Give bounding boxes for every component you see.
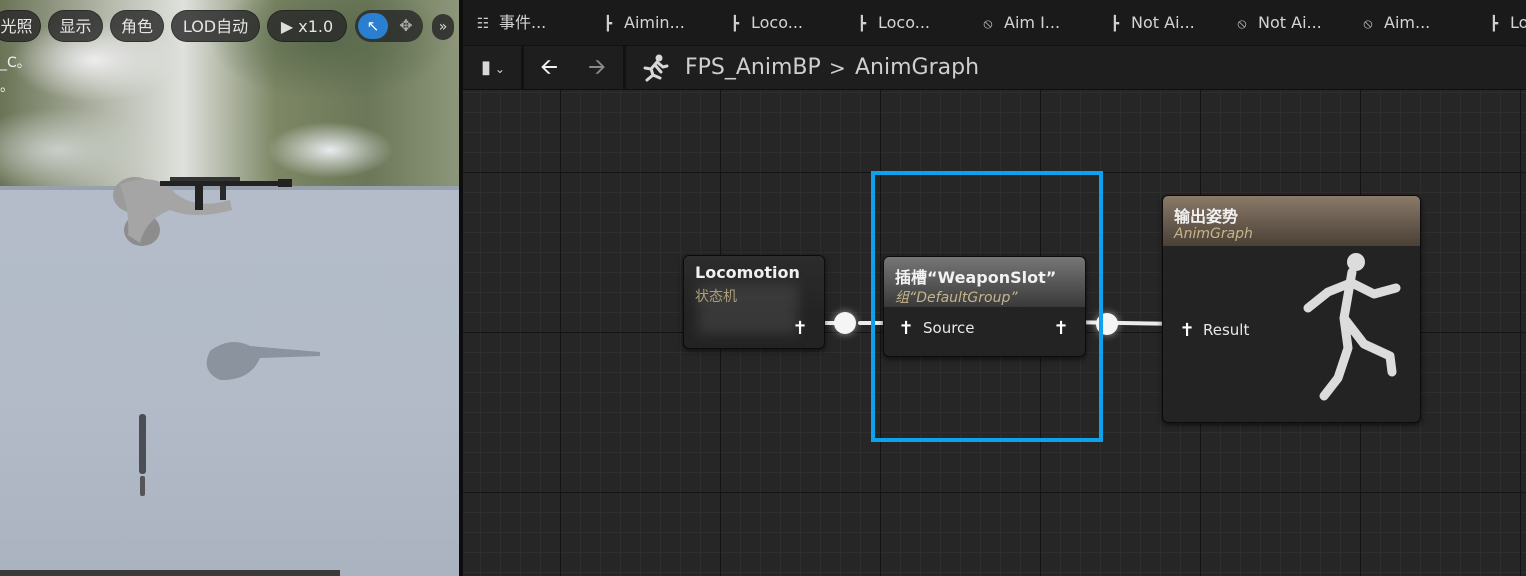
tab-loco-2[interactable]: ┣ Loco...	[852, 8, 930, 38]
tab-aim-i[interactable]: ⦸ Aim I...	[978, 8, 1060, 38]
character-menu-button[interactable]: 角色	[110, 10, 164, 42]
dropped-weapon	[139, 414, 146, 496]
tab-aim[interactable]: ⦸ Aim...	[1358, 8, 1430, 38]
tab-not-aiming-1[interactable]: ┣ Not Ai...	[1105, 8, 1195, 38]
transform-mode-group: ↖ ✥	[355, 10, 423, 42]
output-pose-pin-icon[interactable]: ✝	[790, 318, 810, 340]
viewport-overlay-text-2: 。	[0, 79, 14, 95]
transition-icon: ⦸	[1237, 16, 1247, 32]
breadcrumb-graph[interactable]: AnimGraph	[855, 52, 979, 84]
nav-divider-2	[623, 46, 626, 90]
translate-mode-icon[interactable]: ✥	[392, 13, 420, 39]
state-machine-icon: ┣	[603, 16, 613, 32]
chevron-down-icon: ⌄	[491, 62, 505, 76]
viewport-overlay-text: _C。	[0, 55, 31, 71]
event-graph-icon: ☷	[476, 16, 490, 32]
tab-loco-1[interactable]: ┣ Loco...	[725, 8, 803, 38]
bookmark-dropdown-button[interactable]: ▮ ⌄	[471, 50, 515, 86]
character-shadow	[206, 342, 320, 381]
node-title: Locomotion	[695, 263, 800, 282]
state-machine-icon: ┣	[1110, 16, 1120, 32]
graph-tab-bar: ☷ 事件... ┣ Aimin... ┣ Loco... ┣ Loco... ⦸ Aim …	[463, 0, 1526, 46]
node-title: 输出姿势	[1174, 207, 1239, 226]
forward-arrow-icon[interactable]: 🡪	[579, 50, 615, 86]
state-machine-icon: ┣	[730, 16, 740, 32]
tab-event-graph[interactable]: ☷ 事件...	[473, 8, 547, 38]
viewport-toolbar: 光照 显示 角色 LOD自动 ▶ x1.0 ↖ ✥ »	[0, 10, 459, 44]
tab-aiming[interactable]: ┣ Aimin...	[598, 8, 685, 38]
play-rate-value: x1.0	[298, 17, 334, 36]
select-mode-icon[interactable]: ↖	[358, 13, 388, 39]
character-with-rifle	[113, 177, 292, 246]
output-pose-node[interactable]: 输出姿势 AnimGraph ✝ Result	[1162, 195, 1421, 423]
breadcrumb-asset[interactable]: FPS_AnimBP	[685, 52, 821, 84]
node-subtitle: AnimGraph	[1174, 226, 1253, 242]
animation-preview-viewport[interactable]: _C。 。 光照 显示 角色 LOD自动 ▶ x1.0 ↖ ✥ »	[0, 0, 459, 576]
show-menu-button[interactable]: 显示	[48, 10, 103, 42]
result-pin-icon[interactable]: ✝	[1177, 320, 1197, 342]
tab-lo[interactable]: ┣ Lo	[1484, 8, 1526, 38]
tab-not-aiming-2[interactable]: ⦸ Not Ai...	[1232, 8, 1321, 38]
anim-graph-panel: ☷ 事件... ┣ Aimin... ┣ Loco... ┣ Loco... ⦸ Aim …	[463, 0, 1526, 576]
bookmark-icon: ▮	[481, 57, 492, 78]
viewport-scrollbar[interactable]	[0, 570, 340, 576]
nav-divider	[521, 46, 524, 90]
more-options-icon[interactable]: »	[432, 14, 454, 40]
running-mannequin-icon	[1303, 253, 1401, 401]
play-rate-button[interactable]: ▶ x1.0	[267, 10, 347, 42]
lod-menu-button[interactable]: LOD自动	[171, 10, 260, 42]
play-icon: ▶	[280, 17, 294, 36]
back-arrow-icon[interactable]: 🡨	[531, 50, 567, 86]
anim-blueprint-icon	[643, 54, 669, 82]
transition-icon: ⦸	[1363, 16, 1373, 32]
graph-nav-bar: ▮ ⌄ 🡨 🡪 FPS_AnimBP > AnimGraph	[463, 46, 1526, 90]
breadcrumb-separator: >	[829, 56, 846, 80]
state-machine-icon: ┣	[857, 16, 867, 32]
graph-canvas[interactable]: Locomotion 状态机 ✝ 插槽“WeaponSlot” 组“Defaul…	[463, 90, 1526, 576]
state-machine-icon: ┣	[1489, 16, 1499, 32]
lighting-menu-button[interactable]: 光照	[0, 10, 41, 42]
selection-highlight	[871, 171, 1103, 442]
locomotion-node[interactable]: Locomotion 状态机 ✝	[683, 255, 825, 349]
blurred-preview	[698, 284, 798, 334]
result-pin-label: Result	[1203, 321, 1250, 339]
wire-reroute-knob[interactable]	[834, 312, 856, 334]
transition-icon: ⦸	[983, 16, 993, 32]
